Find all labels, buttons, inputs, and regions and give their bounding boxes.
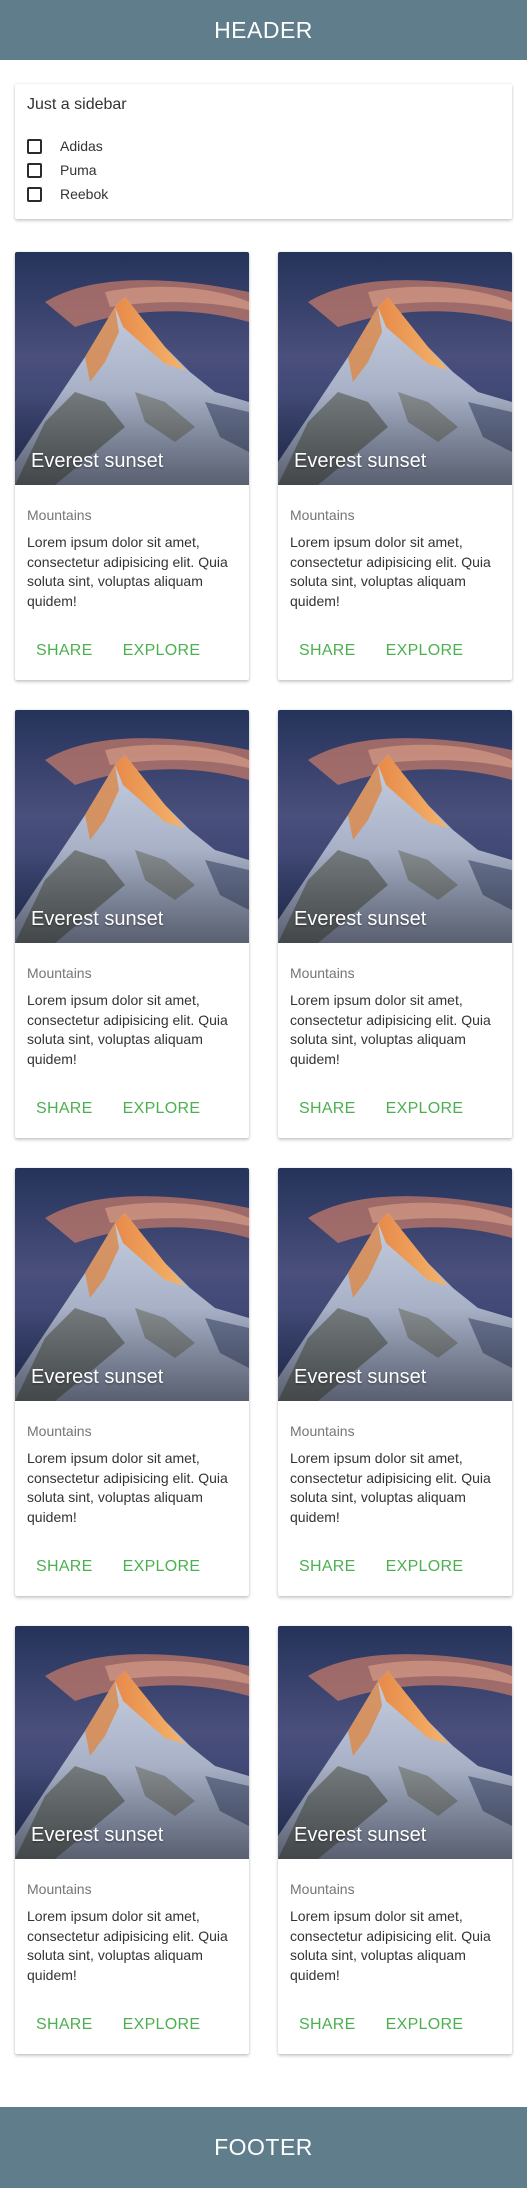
checkbox-adidas[interactable]: Adidas [27, 134, 500, 158]
header-title: HEADER [214, 16, 313, 43]
card: Everest sunset Mountains Lorem ipsum dol… [278, 252, 512, 680]
share-button[interactable]: SHARE [290, 2016, 365, 2034]
checkbox-puma[interactable]: Puma [27, 158, 500, 182]
card-image: Everest sunset [278, 1626, 512, 1859]
card: Everest sunset Mountains Lorem ipsum dol… [15, 1168, 249, 1596]
card-category: Mountains [290, 965, 355, 981]
card-image: Everest sunset [15, 1626, 249, 1859]
card-category: Mountains [27, 507, 92, 523]
card-category: Mountains [290, 507, 355, 523]
share-button[interactable]: SHARE [290, 1558, 365, 1576]
checkbox-icon[interactable] [27, 138, 42, 154]
checkbox-label: Puma [60, 162, 97, 178]
card-image-title: Everest sunset [31, 1366, 164, 1388]
card-image: Everest sunset [15, 710, 249, 943]
page-header: HEADER [0, 0, 527, 60]
checkbox-icon[interactable] [27, 162, 42, 178]
share-button[interactable]: SHARE [27, 642, 102, 660]
card-image: Everest sunset [278, 1168, 512, 1401]
footer-title: FOOTER [214, 2134, 313, 2160]
card-image-title: Everest sunset [31, 908, 164, 930]
card-category: Mountains [290, 1881, 355, 1897]
card: Everest sunset Mountains Lorem ipsum dol… [278, 710, 512, 1138]
checkbox-label: Adidas [60, 138, 103, 154]
card: Everest sunset Mountains Lorem ipsum dol… [15, 710, 249, 1138]
explore-button[interactable]: EXPLORE [114, 2016, 210, 2034]
card-image-title: Everest sunset [31, 1824, 164, 1846]
checkbox-label: Reebok [60, 186, 109, 202]
explore-button[interactable]: EXPLORE [114, 1100, 210, 1118]
explore-button[interactable]: EXPLORE [114, 642, 210, 660]
card-image: Everest sunset [15, 252, 249, 485]
card-text: Lorem ipsum dolor sit amet, consectetur … [290, 1908, 491, 1983]
share-button[interactable]: SHARE [27, 2016, 102, 2034]
explore-button[interactable]: EXPLORE [377, 1100, 473, 1118]
sidebar-title: Just a sidebar [27, 96, 127, 113]
share-button[interactable]: SHARE [290, 642, 365, 660]
share-button[interactable]: SHARE [27, 1100, 102, 1118]
card-image-title: Everest sunset [294, 908, 427, 930]
checkbox-reebok[interactable]: Reebok [27, 182, 500, 206]
explore-button[interactable]: EXPLORE [114, 1558, 210, 1576]
card: Everest sunset Mountains Lorem ipsum dol… [278, 1626, 512, 2054]
share-button[interactable]: SHARE [27, 1558, 102, 1576]
card-image-title: Everest sunset [31, 450, 164, 472]
explore-button[interactable]: EXPLORE [377, 1558, 473, 1576]
card-text: Lorem ipsum dolor sit amet, consectetur … [290, 534, 491, 609]
card-text: Lorem ipsum dolor sit amet, consectetur … [27, 992, 228, 1067]
card-category: Mountains [290, 1423, 355, 1439]
checkbox-icon[interactable] [27, 186, 42, 202]
card-image-title: Everest sunset [294, 1366, 427, 1388]
card: Everest sunset Mountains Lorem ipsum dol… [15, 1626, 249, 2054]
card-text: Lorem ipsum dolor sit amet, consectetur … [27, 1450, 228, 1525]
card-image-title: Everest sunset [294, 450, 427, 472]
explore-button[interactable]: EXPLORE [377, 642, 473, 660]
card-category: Mountains [27, 1881, 92, 1897]
card-image: Everest sunset [278, 252, 512, 485]
card-image: Everest sunset [15, 1168, 249, 1401]
card-category: Mountains [27, 965, 92, 981]
card-category: Mountains [27, 1423, 92, 1439]
card-text: Lorem ipsum dolor sit amet, consectetur … [27, 1908, 228, 1983]
share-button[interactable]: SHARE [290, 1100, 365, 1118]
card-text: Lorem ipsum dolor sit amet, consectetur … [290, 992, 491, 1067]
explore-button[interactable]: EXPLORE [377, 2016, 473, 2034]
card-image-title: Everest sunset [294, 1824, 427, 1846]
card: Everest sunset Mountains Lorem ipsum dol… [15, 252, 249, 680]
card: Everest sunset Mountains Lorem ipsum dol… [278, 1168, 512, 1596]
card-text: Lorem ipsum dolor sit amet, consectetur … [290, 1450, 491, 1525]
page-footer: FOOTER [0, 2107, 527, 2188]
card-text: Lorem ipsum dolor sit amet, consectetur … [27, 534, 228, 609]
card-image: Everest sunset [278, 710, 512, 943]
sidebar: Just a sidebar Adidas Puma Reebok [15, 84, 512, 219]
